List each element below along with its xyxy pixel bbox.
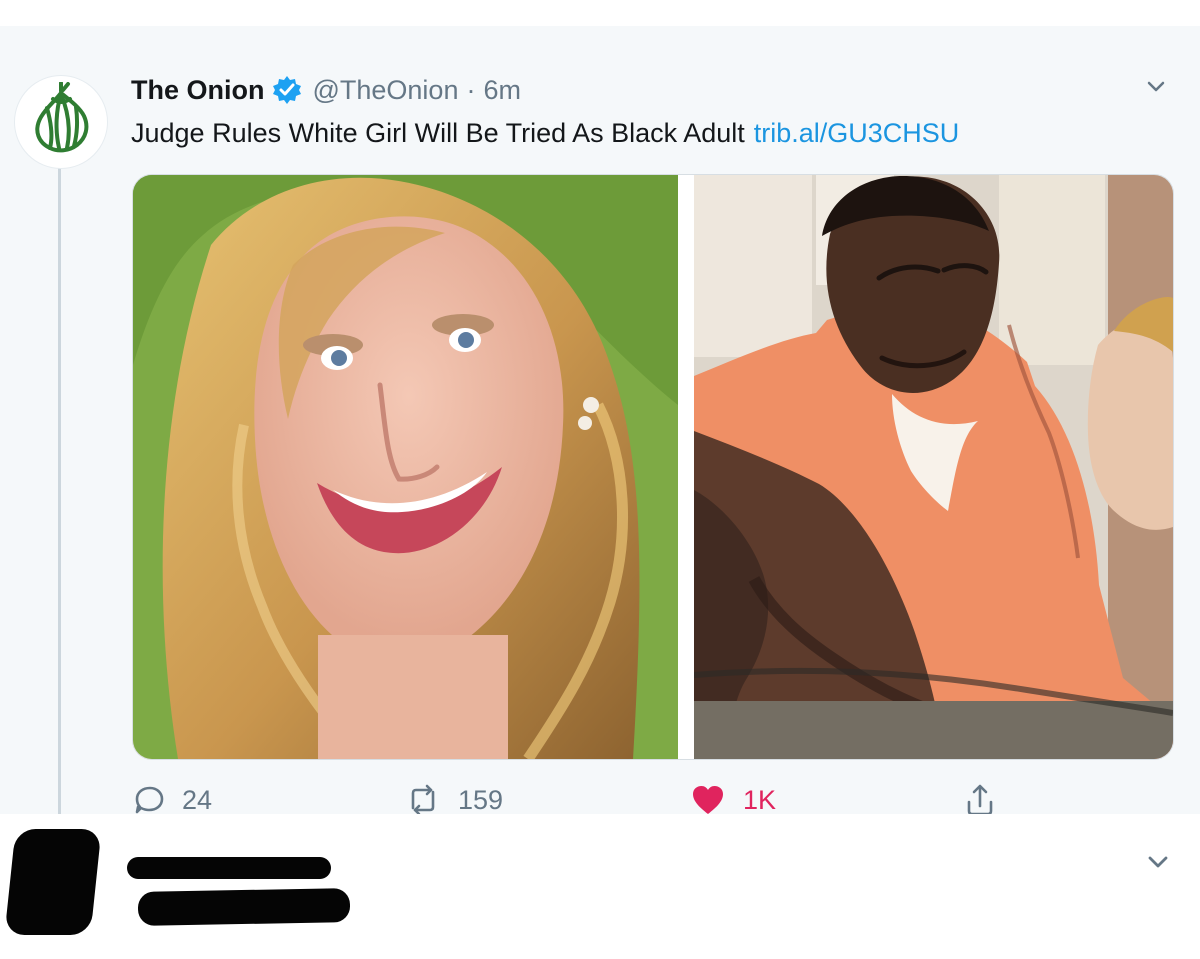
tweet-media[interactable] — [132, 174, 1174, 760]
onion-logo-icon — [23, 80, 99, 163]
reply-preview[interactable] — [0, 814, 1200, 959]
left-photo[interactable] — [133, 175, 678, 759]
like-count: 1K — [743, 784, 777, 815]
media-divider — [678, 175, 694, 759]
author-handle[interactable]: @TheOnion — [312, 75, 458, 106]
avatar[interactable] — [15, 76, 107, 168]
share-icon — [962, 782, 998, 818]
tweet-link[interactable]: trib.al/GU3CHSU — [754, 118, 960, 149]
reply-count: 24 — [182, 784, 213, 815]
thread-line — [58, 168, 61, 858]
top-strip — [0, 0, 1200, 26]
tweet-text: Judge Rules White Girl Will Be Tried As … — [131, 114, 959, 152]
time-separator: · — [466, 74, 476, 105]
heart-icon — [689, 783, 727, 817]
reply-icon — [132, 783, 166, 817]
right-photo[interactable] — [694, 175, 1173, 759]
retweet-count: 159 — [458, 784, 504, 815]
redacted-avatar — [4, 829, 102, 935]
verified-badge-icon — [272, 75, 302, 105]
redacted-name — [127, 857, 331, 879]
tweet-time[interactable]: 6m — [483, 75, 521, 106]
tweet-menu-chevron-down-icon[interactable] — [1142, 72, 1170, 100]
tweet-header: The Onion @TheOnion · 6m — [131, 72, 521, 108]
retweet-icon — [404, 783, 442, 817]
tweet-card[interactable]: The Onion @TheOnion · 6m Judge Rules Whi… — [0, 26, 1200, 858]
author-name[interactable]: The Onion — [131, 75, 264, 106]
tweet-body: Judge Rules White Girl Will Be Tried As … — [131, 117, 745, 148]
redacted-handle — [137, 888, 351, 926]
reply-menu-chevron-down-icon[interactable] — [1144, 848, 1172, 876]
